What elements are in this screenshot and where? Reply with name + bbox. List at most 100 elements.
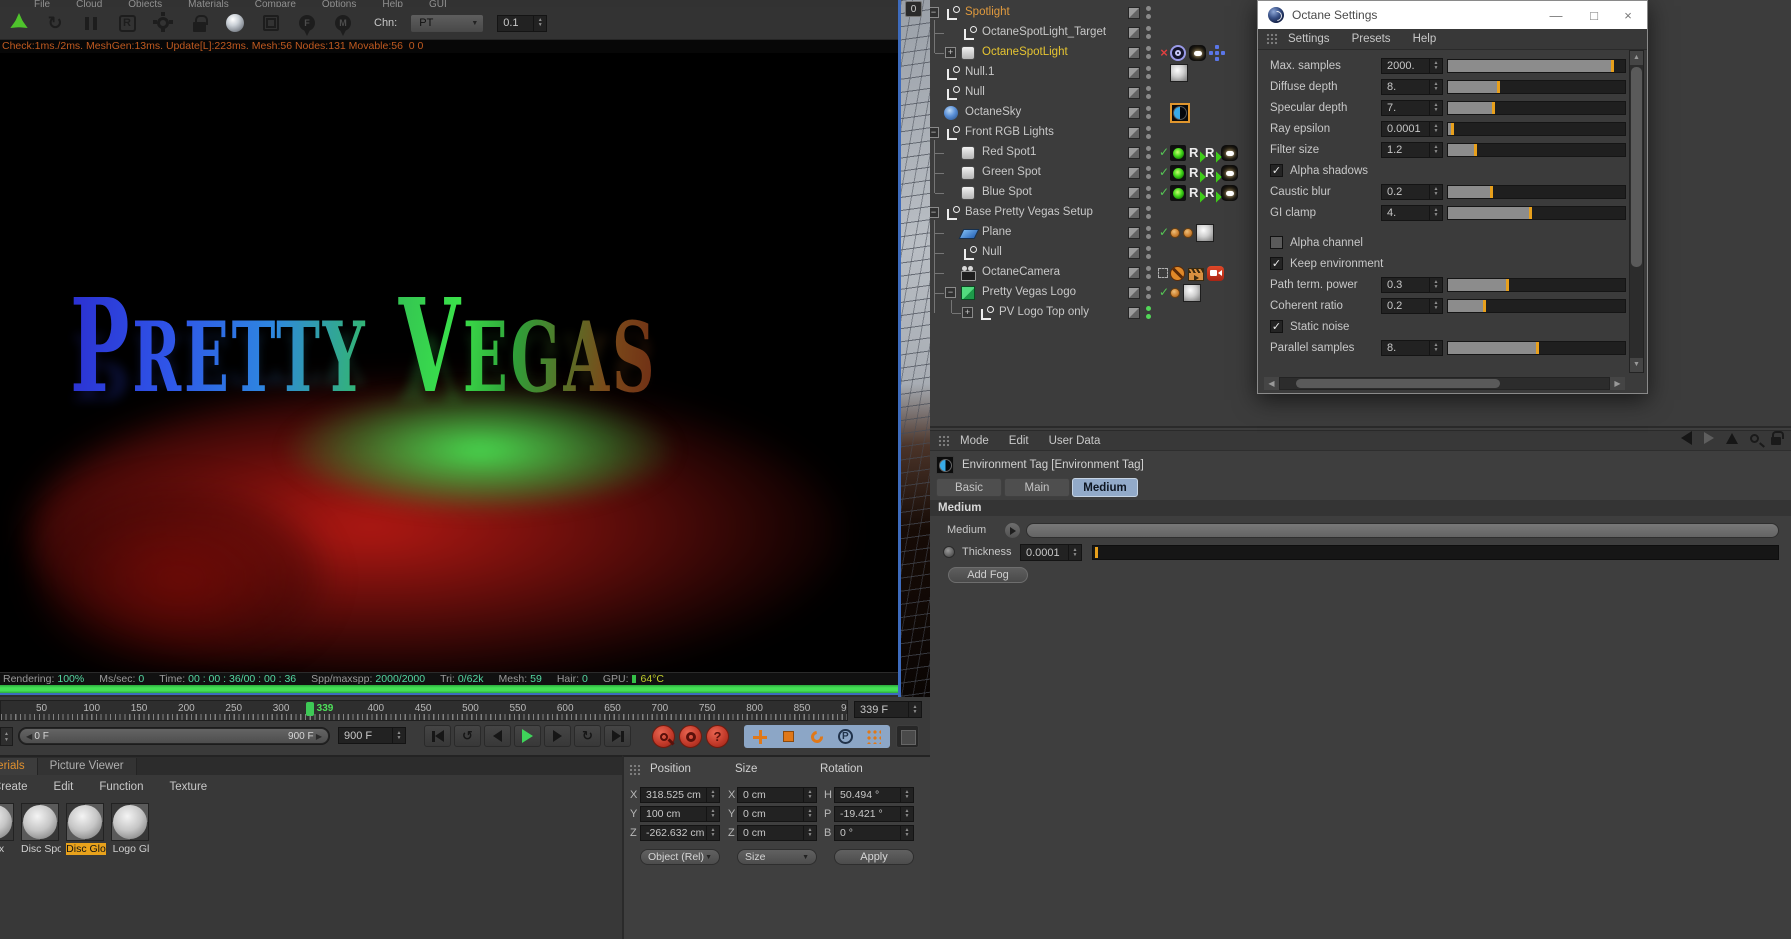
stepper-arrows-icon[interactable]: ▲ ▼ [706,826,719,840]
range-right-arrow-icon[interactable]: ▶ [314,732,322,741]
play-button[interactable] [514,725,541,747]
maximize-button[interactable]: □ [1579,1,1609,29]
am-menu-user-data[interactable]: User Data [1049,435,1101,447]
add-fog-button[interactable]: Add Fog [948,567,1028,583]
material-disc-glo[interactable]: Disc Glo [66,803,106,855]
scroll-right-icon[interactable]: ▶ [1610,376,1625,390]
link-arrow-button[interactable] [1005,523,1020,538]
goto-end-button[interactable] [604,725,631,747]
current-frame-field[interactable]: 339 F ▲ ▼ [854,701,922,718]
layer-color-swatch[interactable] [1128,267,1140,279]
enabled-check-icon[interactable]: ✓ [1157,225,1171,241]
material-thumbnail[interactable] [111,803,149,841]
scroll-up-icon[interactable]: ▲ [1630,51,1643,65]
stepper-arrows-icon[interactable]: ▲ ▼ [1429,341,1442,355]
motion-clip-tag-icon[interactable] [1188,267,1204,281]
light-material-tag-icon[interactable] [1189,45,1206,61]
target-tag-icon[interactable] [1170,45,1186,61]
key-position-button[interactable] [748,727,772,747]
slider-handle[interactable] [1483,300,1487,312]
active-camera-icon[interactable] [1158,268,1168,278]
stepper-arrows-icon[interactable]: ▲ ▼ [1429,101,1442,115]
expand-icon[interactable]: + [945,47,956,58]
layer-color-swatch[interactable] [1128,247,1140,259]
light-tag-icon[interactable] [1170,165,1186,181]
dropdown-object-rel[interactable]: Object (Rel) ▼ [640,849,720,865]
stepper-arrows-icon[interactable]: ▲ ▼ [900,807,913,821]
history-back-icon[interactable] [1681,431,1692,445]
stepper-arrows-icon[interactable]: ▲ ▼ [1429,299,1442,313]
lv-menu-gui[interactable]: GUI [429,0,447,7]
texture-tag-icon[interactable] [1170,64,1188,82]
preview-range-slider[interactable]: ◀ 0 F 900 F ▶ [18,727,330,745]
keyframe-selection-button[interactable]: ? [706,725,729,748]
stepper-arrows-icon[interactable]: ▲ ▼ [803,807,816,821]
stepper-arrows-icon[interactable]: ▲ ▼ [1068,545,1081,560]
light-tag-icon[interactable] [1170,185,1186,201]
coord-field-size-z[interactable]: 0 cm ▲ ▼ [737,825,817,841]
enabled-check-icon[interactable]: ✓ [1157,145,1171,161]
visibility-dots[interactable] [1146,6,1152,22]
stepper-arrows-icon[interactable]: ▲ ▼ [533,15,546,31]
octane-logo-icon[interactable] [7,11,31,35]
scrollbar-thumb[interactable] [1631,67,1642,267]
tab-picture-viewer[interactable]: Picture Viewer [37,758,137,775]
visibility-dots[interactable] [1146,226,1152,242]
stepper-arrows-icon[interactable]: ▲ ▼ [803,788,816,802]
am-menu-mode[interactable]: Mode [960,435,989,447]
coord-field-position-z[interactable]: -262.632 cm ▲ ▼ [640,825,720,841]
region-render-icon[interactable]: R [116,11,138,35]
lv-menu-cloud[interactable]: Cloud [76,0,102,7]
slider-handle[interactable] [1492,102,1496,114]
pause-render-icon[interactable] [80,11,102,35]
slider-handle[interactable] [1490,186,1494,198]
setting-value-field[interactable]: 0.0001 ▲ ▼ [1381,121,1443,137]
key-parameter-button[interactable]: P [833,727,857,747]
layer-color-swatch[interactable] [1128,187,1140,199]
focus-picker-pin-icon[interactable]: F [296,11,318,36]
setting-slider[interactable] [1447,341,1626,355]
setting-slider[interactable] [1447,80,1626,94]
environment-tag-icon-selected[interactable] [1170,103,1190,123]
apply-button[interactable]: Apply [834,849,914,865]
visibility-dots[interactable] [1146,66,1152,82]
slider-handle[interactable] [1536,342,1540,354]
enabled-check-icon[interactable]: ✓ [1157,165,1171,181]
setting-value-field[interactable]: 0.2 ▲ ▼ [1381,184,1443,200]
restart-render-icon[interactable]: ↻ [44,11,66,35]
record-keyframe-button[interactable] [652,725,675,748]
coord-field-position-y[interactable]: 100 cm ▲ ▼ [640,806,720,822]
disabled-cross-icon[interactable]: × [1157,45,1171,61]
phong-dot-icon[interactable] [1170,228,1180,238]
enabled-check-icon[interactable]: ✓ [1157,185,1171,201]
material-mix[interactable]: Mix [0,803,16,855]
visibility-dots[interactable] [1146,166,1152,182]
render-visibility-tag-icon[interactable]: R [1205,165,1218,181]
visibility-dots[interactable] [1146,246,1152,262]
end-frame-field[interactable]: 900 F ▲ ▼ [338,727,406,744]
visibility-dots[interactable] [1146,86,1152,102]
history-forward-icon[interactable] [1704,432,1714,444]
visibility-dots[interactable] [1146,106,1152,122]
key-scale-button[interactable] [777,727,801,747]
keyframe-radio-icon[interactable] [943,546,955,558]
light-tag-icon[interactable] [1170,145,1186,161]
collapse-icon[interactable]: − [930,7,939,18]
stepper-arrows-icon[interactable]: ▲ ▼ [1429,122,1442,136]
stepper-arrows-icon[interactable]: ▲ ▼ [1429,80,1442,94]
sample-rate-field[interactable]: 0.1 ▲ ▼ [497,14,548,32]
dialog-titlebar[interactable]: Octane Settings — □ × [1258,1,1647,29]
stepper-arrows-icon[interactable]: ▲ ▼ [900,826,913,840]
setting-value-field[interactable]: 0.3 ▲ ▼ [1381,277,1443,293]
coord-field-size-x[interactable]: 0 cm ▲ ▼ [737,787,817,803]
am-menu-edit[interactable]: Edit [1009,435,1029,447]
stepper-arrows-icon[interactable]: ▲ ▼ [1429,59,1442,73]
visibility-dots[interactable] [1146,206,1152,222]
stepper-arrows-icon[interactable]: ▲ ▼ [908,702,921,717]
setting-slider[interactable] [1447,185,1626,199]
phong-dot-icon[interactable] [1170,288,1180,298]
mat-menu-create[interactable]: Create [0,781,28,793]
lock-icon[interactable] [1771,431,1784,445]
collapse-icon[interactable]: − [945,287,956,298]
stepper-arrows-icon[interactable]: ▲ ▼ [706,807,719,821]
